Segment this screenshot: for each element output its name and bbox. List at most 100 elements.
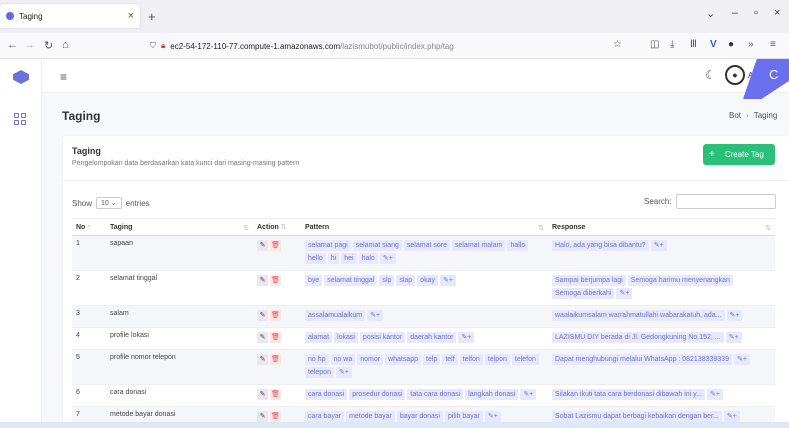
- pattern-badge: halo: [358, 253, 378, 264]
- pattern-badge: whatsapp: [385, 354, 422, 365]
- pocket-icon[interactable]: ◫: [650, 39, 659, 50]
- search-input[interactable]: [675, 194, 776, 209]
- pattern-badge: telefon: [511, 354, 539, 365]
- add-response-icon[interactable]: ✎+: [725, 332, 742, 343]
- delete-trash-icon[interactable]: 🗑︎: [270, 389, 281, 400]
- browser-tab[interactable]: Taging ×: [0, 4, 140, 28]
- edit-pencil-icon[interactable]: ✎: [257, 354, 268, 365]
- sort-icon: ⇅: [538, 224, 544, 232]
- delete-trash-icon[interactable]: 🗑︎: [270, 310, 281, 321]
- edit-pencil-icon[interactable]: ✎: [257, 275, 268, 286]
- add-pattern-icon[interactable]: ✎+: [439, 275, 456, 286]
- tab-list-chevron-icon[interactable]: ⌄: [706, 7, 715, 20]
- dashboard-grid-icon[interactable]: [14, 113, 26, 125]
- create-tag-button[interactable]: + Create Tag: [703, 144, 775, 165]
- overflow-icon[interactable]: »: [748, 39, 754, 50]
- maximize-icon[interactable]: ▫: [754, 7, 758, 19]
- column-header-taging[interactable]: Taging ⇅: [106, 218, 253, 236]
- close-tab-icon[interactable]: ×: [128, 10, 134, 22]
- search-box: Search:: [644, 194, 776, 209]
- response-badge: Sampai berjumpa lagi: [552, 275, 626, 286]
- add-pattern-icon[interactable]: ✎+: [458, 332, 475, 343]
- delete-trash-icon[interactable]: 🗑︎: [270, 354, 281, 365]
- pattern-badge: telpon: [484, 354, 510, 365]
- table-row: 2 selamat tinggal ✎ 🗑︎ bye selamat tinggal slp…: [72, 270, 775, 306]
- column-header-no[interactable]: No ↑: [72, 218, 106, 236]
- add-response-icon[interactable]: ✎+: [616, 288, 633, 299]
- corner-ribbon[interactable]: [743, 59, 789, 99]
- menu-icon[interactable]: ≡: [770, 39, 776, 50]
- edit-pencil-icon[interactable]: ✎: [257, 332, 268, 343]
- edit-pencil-icon[interactable]: ✎: [257, 389, 268, 400]
- row-tag-name: profile nomor telepon: [106, 349, 253, 385]
- breadcrumb: Bot › Taging: [729, 111, 789, 120]
- row-actions: ✎ 🗑︎: [253, 327, 301, 350]
- app-logo-icon[interactable]: [13, 70, 29, 84]
- hamburger-menu-icon[interactable]: ≡: [60, 70, 67, 84]
- add-response-icon[interactable]: ✎+: [706, 389, 723, 400]
- dark-mode-moon-icon[interactable]: ☾: [705, 68, 716, 82]
- show-prefix: Show: [72, 198, 93, 208]
- add-pattern-icon[interactable]: ✎+: [367, 310, 384, 321]
- bottom-scroll-edge: [0, 422, 789, 428]
- forward-icon[interactable]: →: [24, 39, 35, 51]
- pattern-badge: hi: [327, 253, 340, 264]
- show-entries: Show 10 ⌄ entries: [72, 197, 150, 209]
- add-response-icon[interactable]: ✎+: [733, 354, 750, 365]
- library-icon[interactable]: Ⅲ: [690, 39, 697, 50]
- delete-trash-icon[interactable]: 🗑︎: [270, 411, 281, 422]
- url-path: /lazismubot/public/index.php/tag: [339, 41, 454, 51]
- app-header: ≡ ☾ ● Ad C: [42, 59, 789, 99]
- table-body: 1 sapaan ✎ 🗑︎ selamat pagi selamat siang selam…: [72, 235, 775, 428]
- sort-icon: ⇅: [765, 224, 771, 232]
- add-pattern-icon[interactable]: ✎+: [335, 367, 352, 378]
- add-response-icon[interactable]: ✎+: [723, 411, 740, 422]
- column-header-action[interactable]: Action ⇅: [253, 218, 301, 236]
- breadcrumb-bot[interactable]: Bot: [729, 111, 741, 120]
- pattern-badge: selamat siang: [352, 240, 402, 251]
- pattern-badge: telfon: [459, 354, 483, 365]
- home-icon[interactable]: ⌂: [62, 39, 69, 51]
- row-tag-name: profile lokasi: [106, 327, 253, 350]
- add-response-icon[interactable]: ✎+: [650, 240, 667, 251]
- plus-icon: +: [709, 149, 715, 160]
- row-responses: Halo, ada yang bisa dibantu? ✎+: [548, 235, 775, 271]
- browser-tab-bar: Taging × + ⌄ – ▫ ×: [0, 0, 789, 33]
- extension-circle-icon[interactable]: ●: [728, 39, 734, 50]
- row-responses: LAZISMU DIY berada di Jl. Gedongkuning N…: [548, 327, 775, 350]
- table-row: 1 sapaan ✎ 🗑︎ selamat pagi selamat siang selam…: [72, 235, 775, 271]
- edit-pencil-icon[interactable]: ✎: [257, 240, 268, 251]
- bookmark-star-icon[interactable]: ☆: [613, 39, 622, 50]
- pattern-badge: no wa: [330, 354, 356, 365]
- back-icon[interactable]: ←: [7, 39, 18, 51]
- url-field[interactable]: ⛉ 🔒︎ ec2-54-172-110-77.compute-1.amazona…: [150, 36, 600, 56]
- pattern-badge: nomor: [357, 354, 384, 365]
- response-badge: Dapat menghubungi melalui WhatsApp : 082…: [552, 354, 732, 365]
- pattern-badge: daerah kantor: [407, 332, 457, 343]
- user-avatar-icon[interactable]: ●: [725, 65, 745, 85]
- entries-select[interactable]: 10 ⌄: [96, 197, 122, 209]
- delete-trash-icon[interactable]: 🗑︎: [270, 332, 281, 343]
- minimize-icon[interactable]: –: [732, 7, 738, 19]
- window-close-icon[interactable]: ×: [774, 7, 780, 19]
- add-pattern-icon[interactable]: ✎+: [379, 253, 396, 264]
- row-patterns: bye selamat tinggal slp slap okay ✎+: [301, 270, 548, 306]
- pattern-badge: telp: [423, 354, 441, 365]
- column-header-pattern[interactable]: Pattern ⇅: [301, 218, 548, 236]
- add-pattern-icon[interactable]: ✎+: [484, 411, 501, 422]
- reload-icon[interactable]: ↻: [44, 39, 53, 52]
- delete-trash-icon[interactable]: 🗑︎: [270, 275, 281, 286]
- column-action-label: Action: [257, 224, 279, 231]
- edit-pencil-icon[interactable]: ✎: [257, 310, 268, 321]
- download-icon[interactable]: ⤓: [670, 39, 674, 50]
- url-host: ec2-54-172-110-77.compute-1.amazonaws.co…: [170, 41, 340, 51]
- add-response-icon[interactable]: ✎+: [726, 310, 743, 321]
- new-tab-icon[interactable]: +: [148, 9, 156, 24]
- pattern-badge: selamat tinggal: [324, 275, 378, 286]
- delete-trash-icon[interactable]: 🗑︎: [270, 240, 281, 251]
- add-pattern-icon[interactable]: ✎+: [520, 389, 537, 400]
- column-header-response[interactable]: Response ⇅: [548, 218, 775, 236]
- edit-pencil-icon[interactable]: ✎: [257, 411, 268, 422]
- extension-v-icon[interactable]: V: [710, 39, 717, 50]
- sort-asc-icon: ↑: [87, 223, 91, 231]
